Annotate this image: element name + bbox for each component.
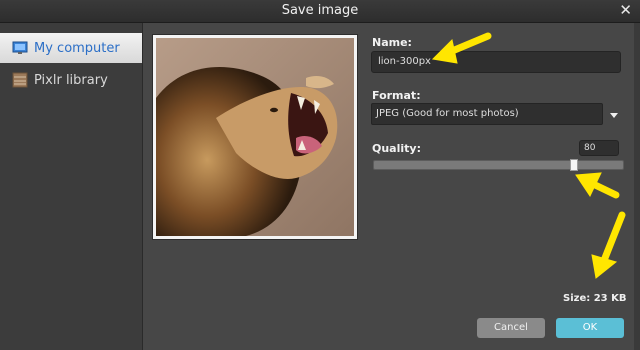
sidebar-item-my-computer[interactable]: My computer [0,33,142,63]
monitor-icon [12,41,28,54]
lion-photo [156,38,354,236]
sidebar-item-pixlr-library[interactable]: Pixlr library [0,65,142,95]
sidebar-item-label: Pixlr library [34,72,108,88]
library-icon [12,72,28,88]
dialog-titlebar: Save image ✕ [0,0,640,23]
chevron-down-icon[interactable] [610,113,618,118]
name-label: Name: [372,36,412,49]
background-strip [634,23,640,350]
format-select[interactable]: JPEG (Good for most photos) [371,103,603,125]
quality-slider-thumb[interactable] [569,159,578,171]
quality-slider[interactable] [373,160,624,170]
close-icon[interactable]: ✕ [619,2,632,18]
image-preview [153,35,357,239]
filename-input[interactable]: lion-300px [371,51,621,73]
ok-button[interactable]: OK [556,318,624,338]
quality-label: Quality: [372,142,421,155]
file-size-text: Size: 23 KB [563,293,627,304]
dialog-title: Save image [281,3,359,18]
quality-input[interactable]: 80 [579,140,619,156]
cancel-button[interactable]: Cancel [477,318,545,338]
format-label: Format: [372,89,421,102]
save-panel: Name: lion-300px Format: JPEG (Good for … [143,23,640,350]
sidebar: My computer Pixlr library [0,23,143,350]
sidebar-item-label: My computer [34,40,120,56]
